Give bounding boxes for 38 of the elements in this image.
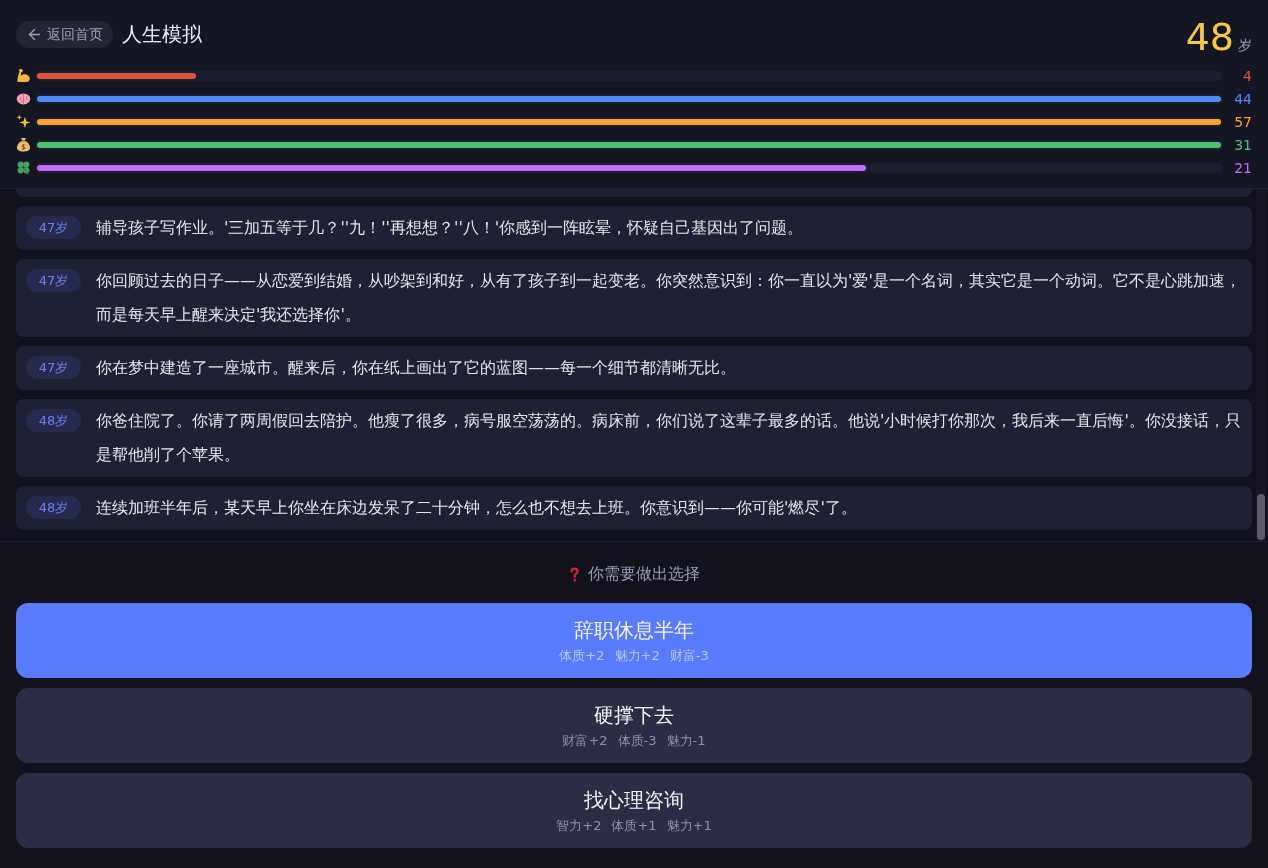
stat-value: 4	[1242, 68, 1252, 83]
choice-button[interactable]: 硬撑下去 财富+2 体质-3 魅力-1	[16, 688, 1252, 763]
age-tag: 47岁	[26, 269, 81, 292]
effect-label: 体质+1	[611, 816, 657, 835]
effect-label: 财富-3	[669, 646, 709, 665]
money-bag-icon	[16, 137, 31, 152]
stat-value: 31	[1233, 137, 1252, 152]
age-value: 48	[1185, 17, 1234, 57]
effect-label: 财富+2	[562, 731, 608, 750]
age-tag: 47岁	[26, 216, 81, 239]
age-tag: 48岁	[26, 496, 81, 519]
brain-icon	[16, 91, 31, 106]
effect-label: 魅力+1	[666, 816, 712, 835]
choice-button[interactable]: 找心理咨询 智力+2 体质+1 魅力+1	[16, 773, 1252, 848]
flexed-arm-icon	[16, 68, 31, 83]
page-title: 人生模拟	[122, 21, 202, 48]
scrollbar-thumb[interactable]	[1257, 494, 1265, 540]
back-button[interactable]: 返回首页	[16, 21, 113, 48]
age-tag: 48岁	[26, 409, 81, 432]
log-text: 你在梦中建造了一座城市。醒来后，你在纸上画出了它的蓝图——每一个细节都清晰无比。	[96, 357, 736, 379]
stat-value: 21	[1233, 160, 1252, 175]
age-tag: 47岁	[26, 356, 81, 379]
effect-label: 体质-3	[617, 731, 657, 750]
stat-value: 44	[1233, 91, 1252, 106]
effect-label: 体质+2	[559, 646, 605, 665]
stat-value: 57	[1233, 114, 1252, 129]
choice-prompt: 你需要做出选择	[587, 563, 700, 585]
log-text: 你爸住院了。你请了两周假回去陪护。他瘦了很多，病号服空荡荡的。病床前，你们说了这辈子最多的话。他说'小时候打你那次，我后来一直后悔'。你没接话，只是帮他削了个苹果。	[96, 410, 1242, 466]
sparkle-icon	[16, 114, 31, 129]
log-text: 辅导孩子写作业。'三加五等于几？''九！''再想想？''八！'你感到一阵眩晕，怀疑自己基因出了问题。	[96, 217, 804, 239]
log-text: 连续加班半年后，某天早上你坐在床边发呆了二十分钟，怎么也不想去上班。你意识到——你可能'燃尽'了。	[96, 497, 857, 519]
question-icon	[568, 566, 580, 582]
log-text: 你回顾过去的日子——从恋爱到结婚，从吵架到和好，从有了孩子到一起变老。你突然意识到：你一直以为'爱'是一个名词，其实它是一个动词。它不是心跳加速，而是每天早上醒来决定'我还选择你'。	[96, 270, 1242, 326]
age-unit: 岁	[1238, 36, 1252, 55]
clover-icon	[16, 160, 31, 175]
effect-label: 智力+2	[556, 816, 602, 835]
effect-label: 魅力-1	[666, 731, 706, 750]
effect-label: 魅力+2	[614, 646, 660, 665]
